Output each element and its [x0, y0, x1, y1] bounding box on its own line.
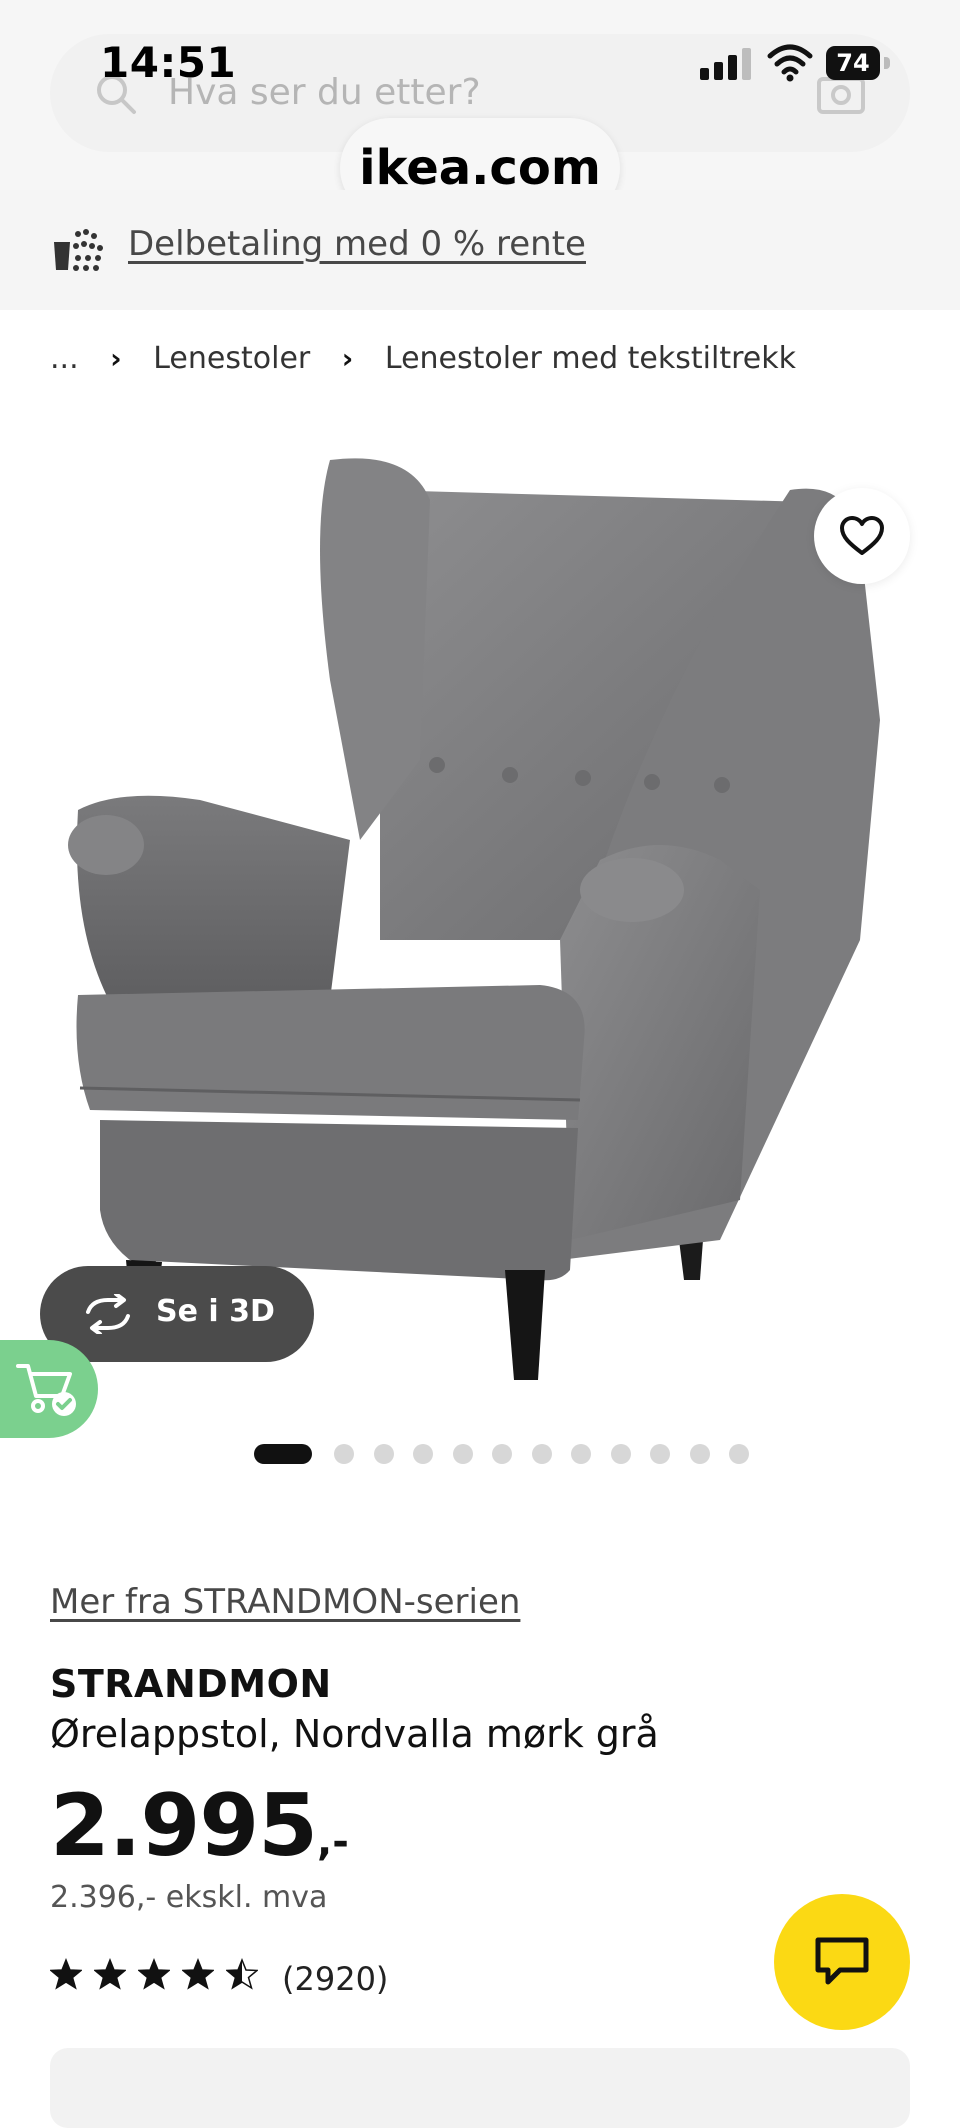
installment-icon	[54, 229, 103, 271]
breadcrumb-item-lenestoler[interactable]: Lenestoler	[153, 341, 310, 376]
product-image[interactable]	[0, 420, 960, 1400]
installment-link[interactable]: Delbetaling med 0 % rente	[128, 224, 586, 264]
star-icon	[50, 1958, 82, 1990]
carousel-dot[interactable]	[729, 1444, 749, 1464]
carousel-dot[interactable]	[413, 1444, 433, 1464]
star-icon	[94, 1958, 126, 1990]
breadcrumb-separator: ›	[341, 342, 354, 375]
cart-button[interactable]	[0, 1340, 98, 1438]
review-count[interactable]: (2920)	[282, 1960, 388, 1998]
carousel-dot-active[interactable]	[254, 1444, 312, 1464]
promo-banner: Delbetaling med 0 % rente	[0, 190, 960, 310]
status-bar: Hva ser du etter? 14:51 74 ikea.com	[0, 0, 960, 218]
carousel-dot[interactable]	[492, 1444, 512, 1464]
bottom-card	[50, 2048, 910, 2128]
chat-icon	[815, 1937, 869, 1985]
breadcrumb-separator: ›	[110, 342, 122, 375]
series-link[interactable]: Mer fra STRANDMON-serien	[50, 1582, 520, 1622]
favorite-button[interactable]	[814, 488, 910, 584]
heart-icon	[840, 516, 884, 555]
battery-indicator: 74	[826, 46, 890, 80]
carousel-dot[interactable]	[650, 1444, 670, 1464]
breadcrumb: ... › Lenestoler › Lenestoler med teksti…	[50, 340, 796, 376]
price-main: 2.995	[50, 1776, 318, 1876]
carousel-dot[interactable]	[373, 1444, 394, 1464]
carousel-dot[interactable]	[689, 1444, 710, 1464]
wifi-icon	[767, 44, 813, 82]
rotate-3d-icon	[86, 1294, 130, 1334]
carousel-dot[interactable]	[334, 1444, 354, 1464]
carousel-dot[interactable]	[571, 1444, 591, 1464]
product-description: Ørelappstol, Nordvalla mørk grå	[50, 1712, 659, 1756]
view-3d-button[interactable]: Se i 3D	[40, 1266, 314, 1362]
status-time: 14:51	[100, 38, 237, 87]
star-icon	[226, 1958, 258, 1990]
battery-level: 74	[826, 46, 880, 80]
carousel-dot[interactable]	[610, 1444, 631, 1464]
chat-button[interactable]	[774, 1894, 910, 2030]
star-icon	[138, 1958, 170, 1990]
breadcrumb-item-tekstiltrekk[interactable]: Lenestoler med tekstiltrekk	[385, 341, 796, 376]
signal-icon	[700, 46, 752, 80]
cart-check-icon	[16, 1364, 76, 1416]
view-3d-label: Se i 3D	[156, 1294, 275, 1329]
breadcrumb-ellipsis[interactable]: ...	[50, 341, 79, 376]
star-icon	[182, 1958, 214, 1990]
price-suffix: ,-	[317, 1819, 349, 1865]
carousel-dot[interactable]	[531, 1444, 552, 1464]
product-name: STRANDMON	[50, 1662, 332, 1706]
price: 2.995,-	[50, 1776, 349, 1876]
carousel-dot[interactable]	[452, 1444, 473, 1464]
price-ex-vat: 2.396,- ekskl. mva	[50, 1880, 328, 1915]
